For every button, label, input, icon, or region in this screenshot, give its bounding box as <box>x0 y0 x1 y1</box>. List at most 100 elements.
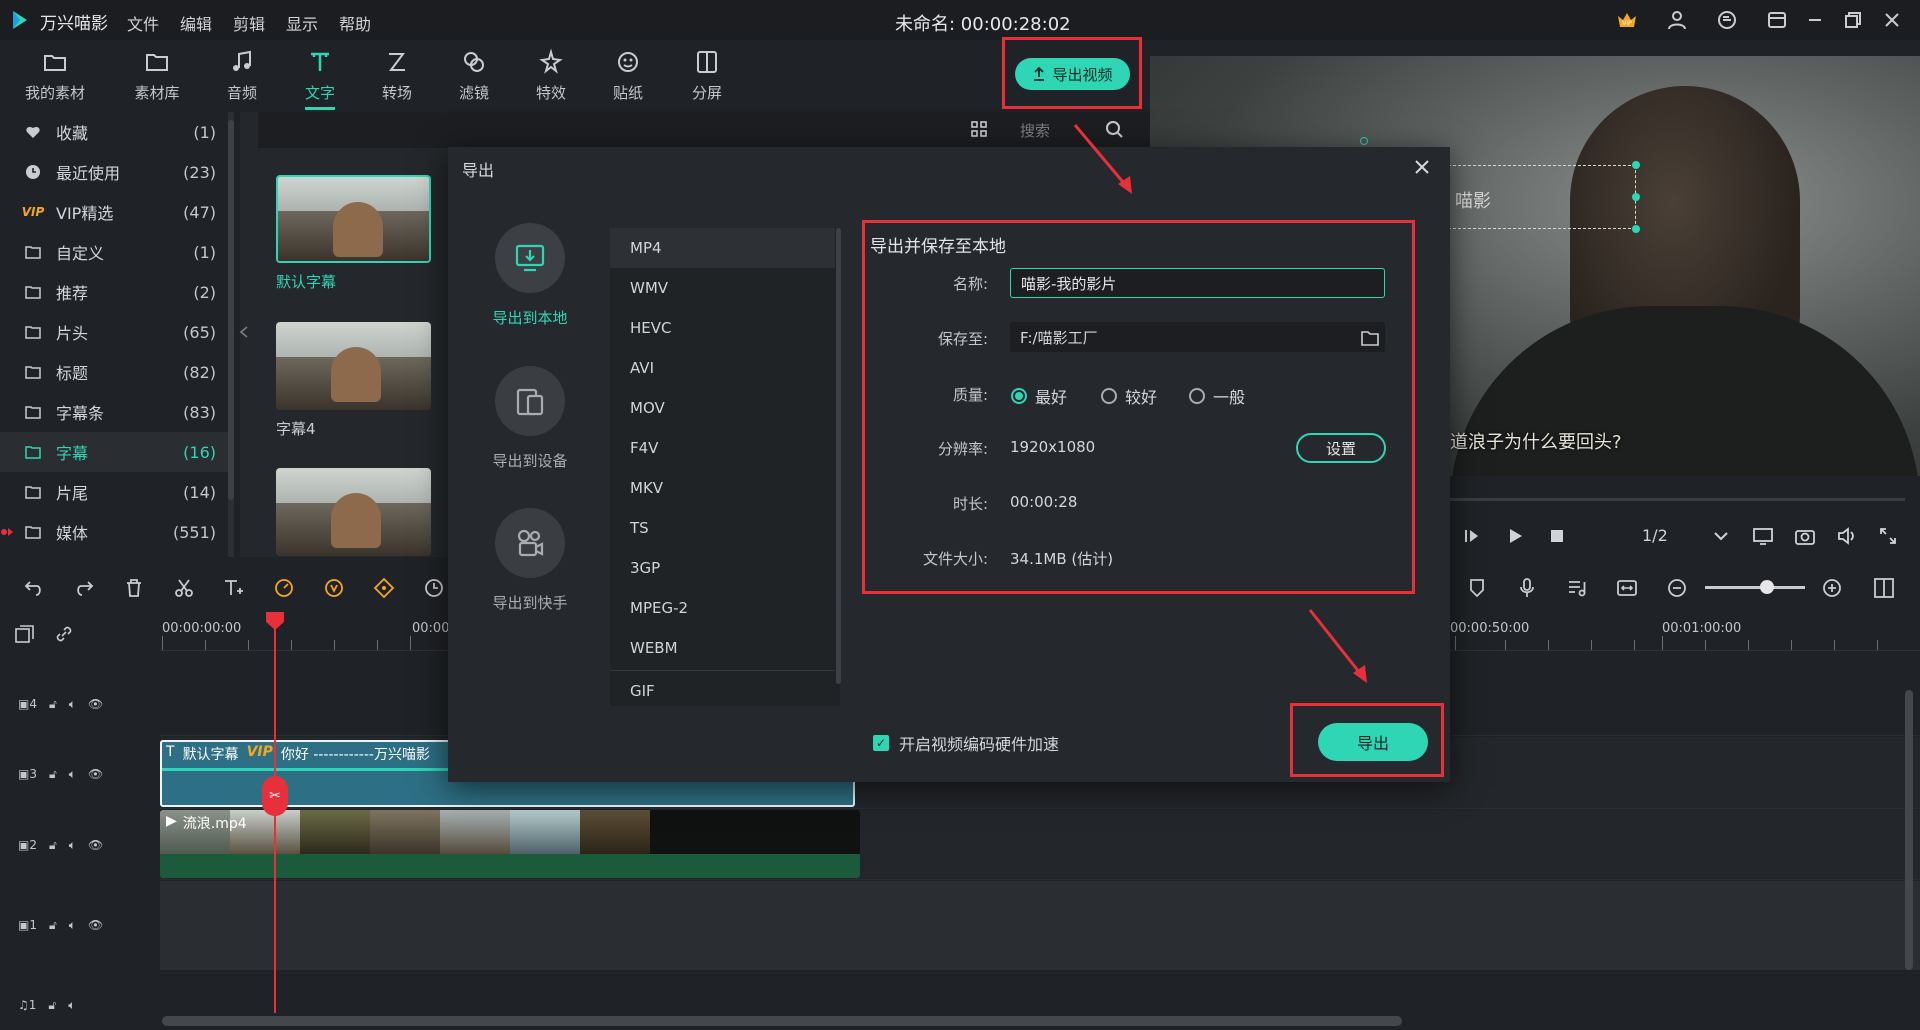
format-f4v[interactable]: F4V <box>610 428 835 468</box>
add-track-icon[interactable] <box>14 624 36 644</box>
volume-icon[interactable] <box>1836 526 1858 546</box>
minimize-icon[interactable] <box>1803 8 1827 32</box>
sidebar-item-lower-thirds[interactable]: 字幕条 (83) <box>0 392 228 432</box>
format-list-scrollbar[interactable] <box>836 228 841 684</box>
eye-icon[interactable]: 👁︎ <box>88 838 103 852</box>
sidebar-item-recent[interactable]: 最近使用 (23) <box>0 152 228 192</box>
tool-sticker[interactable]: 贴纸 <box>588 44 668 110</box>
tool-audio[interactable]: 音频 <box>202 44 282 110</box>
save-path-field[interactable]: F:/喵影工厂 <box>1010 322 1385 352</box>
quality-good-radio[interactable]: 较好 <box>1101 384 1157 408</box>
format-mpeg2[interactable]: MPEG-2 <box>610 588 835 628</box>
mute-icon[interactable]: 🔈︎ <box>69 767 76 782</box>
lock-icon[interactable]: 🔓︎ <box>49 697 57 712</box>
format-hevc[interactable]: HEVC <box>610 308 835 348</box>
zoom-slider[interactable] <box>1705 586 1805 589</box>
mute-icon[interactable]: 🔈︎ <box>69 918 76 933</box>
menu-view[interactable]: 显示 <box>286 11 318 35</box>
collapse-arrow-icon[interactable] <box>239 326 249 338</box>
file-name-input[interactable] <box>1010 268 1385 298</box>
folder-browse-icon[interactable] <box>1360 329 1380 347</box>
sidebar-item-recommended[interactable]: 推荐 (2) <box>0 272 228 312</box>
format-mov[interactable]: MOV <box>610 388 835 428</box>
redo-icon[interactable] <box>72 576 96 600</box>
quality-best-radio[interactable]: 最好 <box>1011 384 1067 408</box>
menu-file[interactable]: 文件 <box>127 11 159 35</box>
mute-icon[interactable]: 🔈︎ <box>69 838 76 853</box>
marker-icon[interactable] <box>1465 576 1489 600</box>
hw-accel-checkbox[interactable]: ✓ 开启视频编码硬件加速 <box>873 731 1059 755</box>
format-webm[interactable]: WEBM <box>610 628 835 668</box>
format-mp4[interactable]: MP4 <box>610 228 835 268</box>
audio-mixer-icon[interactable] <box>1565 576 1589 600</box>
resize-handle[interactable] <box>1632 161 1640 169</box>
fit-timeline-icon[interactable] <box>1615 576 1639 600</box>
resize-handle[interactable] <box>1632 225 1640 233</box>
user-icon[interactable] <box>1665 8 1689 32</box>
fullscreen-icon[interactable] <box>1878 526 1898 546</box>
lock-icon[interactable]: 🔓︎ <box>49 767 57 782</box>
format-mkv[interactable]: MKV <box>610 468 835 508</box>
duration-icon[interactable] <box>422 576 446 600</box>
expand-arrow-icon[interactable] <box>0 526 14 538</box>
sidebar-item-favorites[interactable]: 收藏 (1) <box>0 112 228 152</box>
close-icon[interactable] <box>1412 157 1432 177</box>
sidebar-item-titles[interactable]: 标题 (82) <box>0 352 228 392</box>
zoom-in-icon[interactable] <box>1820 576 1844 600</box>
export-video-button[interactable]: 导出视频 <box>1015 58 1130 90</box>
mute-icon[interactable]: 🔈︎ <box>68 998 75 1013</box>
chevron-down-icon[interactable] <box>1712 528 1730 544</box>
lock-icon[interactable]: 🔓︎ <box>49 838 57 853</box>
restore-icon[interactable] <box>1841 8 1865 32</box>
window-icon[interactable] <box>1765 8 1789 32</box>
search-input[interactable]: 搜索 <box>1020 120 1050 141</box>
export-kuaishou-option[interactable]: 导出到快手 <box>470 508 590 613</box>
resolution-settings-button[interactable]: 设置 <box>1296 433 1386 463</box>
lock-icon[interactable]: 🔓︎ <box>48 998 56 1013</box>
speed-icon[interactable] <box>272 576 296 600</box>
tool-split-screen[interactable]: 分屏 <box>667 44 747 110</box>
sidebar-item-subtitles[interactable]: 字幕 (16) <box>0 432 228 472</box>
display-icon[interactable] <box>1752 526 1774 546</box>
video-clip[interactable]: ▶ 流浪.mp4 <box>160 810 860 878</box>
zoom-out-icon[interactable] <box>1665 576 1689 600</box>
camera-icon[interactable] <box>1794 526 1816 546</box>
lock-icon[interactable]: 🔓︎ <box>49 918 57 933</box>
sidebar-item-media[interactable]: 媒体 (551) <box>0 512 228 552</box>
export-device-option[interactable]: 导出到设备 <box>470 366 590 471</box>
resize-handle[interactable] <box>1632 193 1640 201</box>
grid-view-icon[interactable] <box>970 120 988 138</box>
playback-ratio-select[interactable]: 1/2 <box>1642 526 1668 545</box>
eye-icon[interactable]: 👁︎ <box>88 767 103 781</box>
menu-edit[interactable]: 编辑 <box>180 11 212 35</box>
tool-library[interactable]: 素材库 <box>117 44 197 110</box>
add-text-icon[interactable] <box>222 576 246 600</box>
subtitle-thumbnail-4[interactable] <box>276 322 431 410</box>
link-icon[interactable] <box>54 624 74 644</box>
sidebar-item-vip[interactable]: VIP VIP精选 (47) <box>0 192 228 232</box>
menu-clip[interactable]: 剪辑 <box>233 11 265 35</box>
scissors-icon[interactable] <box>172 576 196 600</box>
subtitle-thumbnail-3[interactable] <box>276 468 431 556</box>
tool-effects[interactable]: 特效 <box>511 44 591 110</box>
mute-icon[interactable]: 🔈︎ <box>69 697 76 712</box>
tool-my-media[interactable]: 我的素材 <box>15 44 95 110</box>
subtitle-thumbnail-default[interactable] <box>276 175 431 263</box>
panel-toggle-icon[interactable] <box>1872 576 1896 600</box>
tool-transition[interactable]: 转场 <box>357 44 437 110</box>
format-wmv[interactable]: WMV <box>610 268 835 308</box>
sidebar-item-opening[interactable]: 片头 (65) <box>0 312 228 352</box>
message-icon[interactable] <box>1715 8 1739 32</box>
undo-icon[interactable] <box>22 576 46 600</box>
quality-normal-radio[interactable]: 一般 <box>1189 384 1245 408</box>
ai-icon[interactable] <box>322 576 346 600</box>
format-ts[interactable]: TS <box>610 508 835 548</box>
sidebar-item-custom[interactable]: 自定义 (1) <box>0 232 228 272</box>
eye-icon[interactable]: 👁︎ <box>88 697 103 711</box>
format-gif[interactable]: GIF <box>610 670 835 710</box>
timeline-horizontal-scrollbar[interactable] <box>162 1016 1402 1026</box>
format-3gp[interactable]: 3GP <box>610 548 835 588</box>
vip-crown-icon[interactable]: VIP <box>1615 8 1639 32</box>
zoom-slider-handle[interactable] <box>1760 580 1774 594</box>
keyframe-icon[interactable] <box>372 576 396 600</box>
